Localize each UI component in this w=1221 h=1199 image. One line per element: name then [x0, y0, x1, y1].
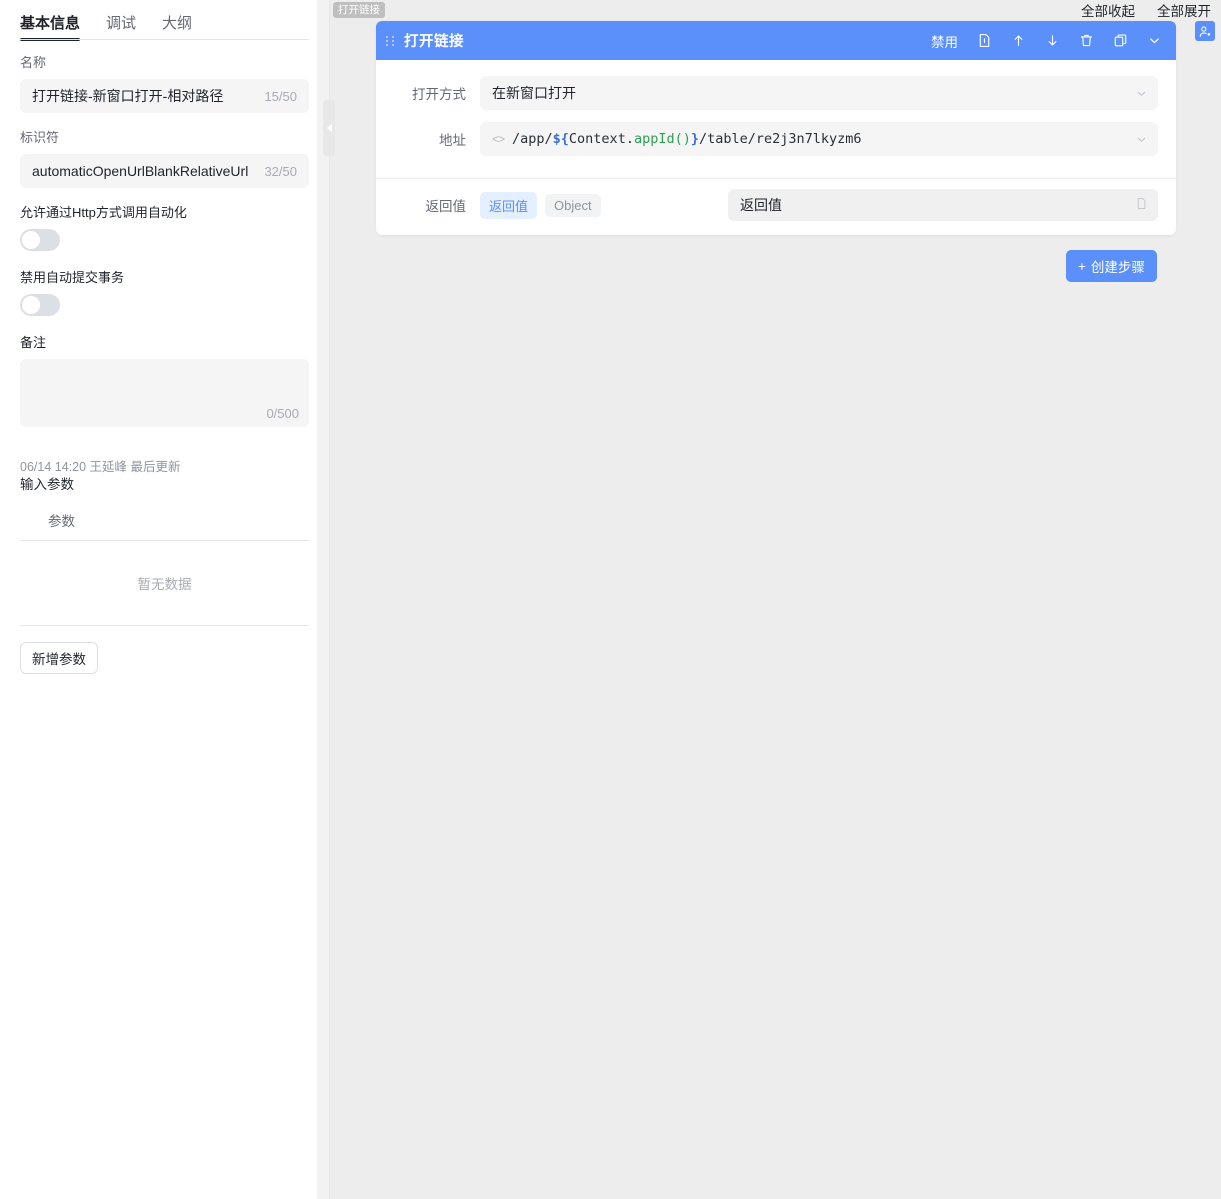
canvas-topbar: 全部收起 全部展开 [330, 0, 1221, 20]
node-tooltip: 打开链接 [333, 2, 385, 18]
document-icon[interactable] [976, 33, 992, 49]
transaction-toggle-switch[interactable] [20, 294, 60, 316]
create-step-label: 创建步骤 [1090, 260, 1145, 275]
chevron-left-icon [326, 124, 332, 132]
return-value-input[interactable]: 返回值 [728, 189, 1158, 221]
address-row: 地址 <> /app/${Context.appId()}/table/re2j… [394, 122, 1158, 156]
remark-counter: 0/500 [266, 406, 299, 421]
step-card-header[interactable]: 打开链接 禁用 [376, 21, 1176, 60]
input-params-table: 参数 暂无数据 [20, 504, 309, 626]
transaction-toggle-label: 禁用自动提交事务 [20, 270, 125, 285]
name-field-label: 名称 [20, 55, 47, 70]
disable-step-button[interactable]: 禁用 [931, 31, 958, 51]
name-input-counter: 15/50 [264, 88, 297, 104]
chevron-down-icon [1135, 87, 1148, 100]
code-brackets-icon: <> [492, 132, 505, 146]
sidebar-body: 名称 打开链接-新窗口打开-相对路径 15/50 标识符 automaticOp… [0, 40, 329, 674]
identifier-input-value: automaticOpenUrlBlankRelativeUrl [32, 163, 249, 179]
create-step-button[interactable]: + 创建步骤 [1066, 250, 1157, 282]
flow-canvas: 全部收起 全部展开 打开链接 打开链接 禁用 打开方式 在新窗口打开 地址 <>… [330, 0, 1221, 1199]
address-label: 地址 [439, 133, 466, 148]
left-sidebar: 基本信息 调试 大纲 名称 打开链接-新窗口打开-相对路径 15/50 标识符 … [0, 0, 335, 1199]
identifier-input[interactable]: automaticOpenUrlBlankRelativeUrl 32/50 [20, 154, 309, 188]
move-up-icon[interactable] [1010, 33, 1026, 49]
param-empty-state: 暂无数据 [20, 541, 309, 626]
address-input[interactable]: <> /app/${Context.appId()}/table/re2j3n7… [480, 122, 1158, 156]
name-input-value: 打开链接-新窗口打开-相对路径 [32, 88, 224, 104]
add-user-icon[interactable] [1195, 21, 1215, 41]
address-value: /app/${Context.appId()}/table/re2j3n7lky… [512, 131, 862, 147]
return-type-pill[interactable]: Object [545, 193, 601, 217]
expand-all-button[interactable]: 全部展开 [1157, 0, 1211, 20]
move-down-icon[interactable] [1044, 33, 1060, 49]
open-mode-value: 在新窗口打开 [492, 85, 576, 101]
remark-textarea[interactable]: 0/500 [20, 359, 309, 427]
param-column-header: 参数 [20, 504, 309, 541]
name-input[interactable]: 打开链接-新窗口打开-相对路径 15/50 [20, 79, 309, 113]
tab-outline[interactable]: 大纲 [162, 16, 192, 40]
switch-knob [22, 231, 40, 249]
add-param-button[interactable]: 新增参数 [20, 642, 98, 674]
sidebar-scrollbar[interactable] [317, 0, 329, 1199]
step-card-title: 打开链接 [404, 34, 464, 50]
open-mode-row: 打开方式 在新窗口打开 [394, 76, 1158, 110]
remark-field-label: 备注 [20, 335, 47, 350]
tab-basic-info[interactable]: 基本信息 [20, 16, 81, 41]
step-card-open-link: 打开链接 禁用 打开方式 在新窗口打开 地址 <> /app/${Context… [376, 21, 1176, 235]
return-value-label: 返回值 [425, 199, 467, 214]
collapse-all-button[interactable]: 全部收起 [1081, 0, 1135, 20]
copy-icon[interactable] [1112, 33, 1128, 49]
return-value-pill[interactable]: 返回值 [480, 191, 538, 219]
sidebar-collapse-handle[interactable] [323, 100, 335, 156]
last-updated-meta: 06/14 14:20 王延峰 最后更新 [20, 460, 181, 474]
identifier-input-counter: 32/50 [264, 163, 297, 179]
open-mode-select[interactable]: 在新窗口打开 [480, 76, 1158, 110]
return-value-input-value: 返回值 [740, 197, 782, 213]
step-card-actions: 禁用 [931, 31, 1162, 51]
return-value-row: 返回值 返回值 Object 返回值 [376, 179, 1176, 235]
automation-editor-page: 基本信息 调试 大纲 名称 打开链接-新窗口打开-相对路径 15/50 标识符 … [0, 0, 1221, 1199]
tab-debug[interactable]: 调试 [106, 16, 136, 40]
switch-knob [22, 296, 40, 314]
drag-handle-icon[interactable] [386, 35, 396, 46]
step-card-body: 打开方式 在新窗口打开 地址 <> /app/${Context.appId()… [376, 60, 1176, 174]
chevron-down-icon [1135, 133, 1148, 146]
identifier-field-label: 标识符 [20, 130, 60, 145]
http-toggle-label: 允许通过Http方式调用自动化 [20, 205, 187, 220]
http-toggle-switch[interactable] [20, 229, 60, 251]
document-icon[interactable] [1135, 197, 1148, 213]
input-params-title: 输入参数 [20, 477, 74, 492]
chevron-down-icon[interactable] [1146, 33, 1162, 49]
trash-icon[interactable] [1078, 33, 1094, 49]
sidebar-tabs: 基本信息 调试 大纲 [0, 0, 329, 41]
plus-icon: + [1078, 258, 1086, 274]
tabs-divider [20, 39, 309, 40]
open-mode-label: 打开方式 [412, 87, 466, 102]
